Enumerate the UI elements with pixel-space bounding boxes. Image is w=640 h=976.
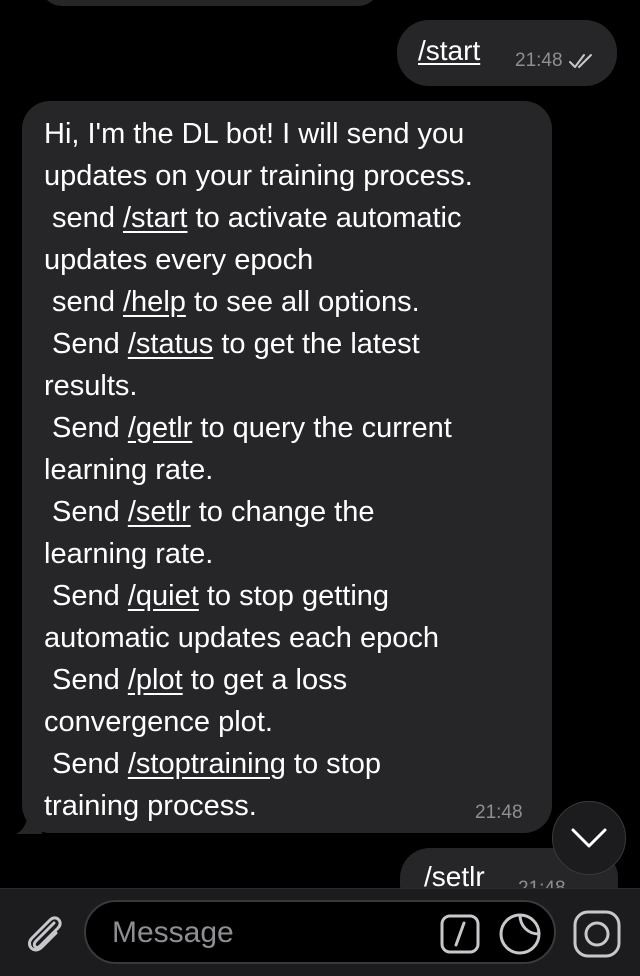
message-line: updates on your training process. — [44, 155, 544, 197]
message-meta: 21:48 — [515, 50, 595, 72]
message-line-text: to see all options. — [185, 286, 420, 318]
message-line-text: to get the latest — [213, 328, 420, 360]
message-line: learning rate. — [44, 449, 544, 491]
bot-command-link[interactable]: /quiet — [128, 580, 199, 612]
message-line: Send /quiet to stop getting — [44, 575, 544, 617]
message-line-text: learning rate. — [44, 454, 214, 486]
bot-command-link[interactable]: /start — [123, 202, 187, 234]
message-line-text: to activate automatic — [187, 202, 462, 234]
slash-command-icon[interactable] — [440, 914, 480, 954]
bot-command-link[interactable]: /help — [123, 286, 186, 318]
message-line-text: send — [44, 286, 123, 318]
message-text: /setlr — [424, 861, 485, 888]
message-line: Send /stoptraining to stop — [44, 743, 544, 785]
bot-command-link[interactable]: /stoptraining — [128, 748, 286, 780]
message-line-text: to get a loss — [182, 664, 348, 696]
scroll-to-bottom-button[interactable] — [552, 801, 626, 875]
message-line-text: Send — [44, 664, 128, 696]
message-line: Hi, I'm the DL bot! I will send you — [44, 113, 544, 155]
message-line-text: results. — [44, 370, 138, 402]
message-line: send /start to activate automatic — [44, 197, 544, 239]
bot-command-link[interactable]: /getlr — [128, 412, 192, 444]
message-line-text: updates on your training process. — [44, 160, 473, 192]
bot-command-link[interactable]: /status — [128, 328, 213, 360]
message-line-text: updates every epoch — [44, 244, 314, 276]
message-line-text: learning rate. — [44, 538, 214, 570]
message-line: results. — [44, 365, 544, 407]
message-line-text: send — [44, 202, 123, 234]
message-line-text: Send — [44, 412, 128, 444]
message-line-text: Send — [44, 328, 128, 360]
message-time: 21:48 — [475, 802, 523, 823]
message-line: training process. — [44, 785, 544, 827]
message-line-text: training process. — [44, 790, 257, 822]
message-input[interactable] — [110, 912, 434, 954]
message-line: automatic updates each epoch — [44, 617, 544, 659]
message-line-text: convergence plot. — [44, 706, 273, 738]
message-line: Send /getlr to query the current — [44, 407, 544, 449]
message-meta: 21:48 — [518, 878, 566, 888]
message-text: Hi, I'm the DL bot! I will send you updat… — [44, 113, 544, 827]
message-line: updates every epoch — [44, 239, 544, 281]
bot-command-link[interactable]: /setlr — [128, 496, 191, 528]
chevron-down-icon — [571, 828, 607, 848]
message-line-text: Hi, I'm the DL bot! I will send you — [44, 118, 465, 150]
previous-message-bubble — [40, 0, 380, 6]
message-time: 21:48 — [515, 50, 563, 71]
message-meta: 21:48 — [475, 802, 523, 824]
message-line-text: Send — [44, 748, 128, 780]
message-line-text: Send — [44, 580, 128, 612]
sticker-icon[interactable] — [498, 912, 542, 956]
message-line: learning rate. — [44, 533, 544, 575]
bot-reply-message[interactable]: Hi, I'm the DL bot! I will send you updat… — [22, 101, 552, 833]
message-line-text: to stop — [285, 748, 381, 780]
message-field[interactable] — [84, 900, 556, 964]
message-line: Send /plot to get a loss — [44, 659, 544, 701]
double-check-icon — [568, 54, 592, 68]
message-line-text: to change the — [190, 496, 375, 528]
message-line: Send /status to get the latest — [44, 323, 544, 365]
message-line-text: Send — [44, 496, 128, 528]
message-line: Send /setlr to change the — [44, 491, 544, 533]
message-line-text: to stop getting — [198, 580, 390, 612]
message-line-text: to query the current — [192, 412, 452, 444]
camera-icon[interactable] — [572, 909, 622, 959]
bot-command-link[interactable]: /plot — [128, 664, 183, 696]
paperclip-icon[interactable] — [20, 909, 66, 957]
message-composer — [0, 888, 640, 976]
message-line: convergence plot. — [44, 701, 544, 743]
message-line: send /help to see all options. — [44, 281, 544, 323]
message-line-text: automatic updates each epoch — [44, 622, 439, 654]
outgoing-message-start[interactable]: /start 21:48 — [397, 20, 617, 86]
message-time: 21:48 — [518, 878, 566, 888]
chat-history[interactable]: /start 21:48 Hi, I'm the DL bot! I will … — [0, 0, 640, 888]
message-text: /start — [418, 35, 481, 66]
